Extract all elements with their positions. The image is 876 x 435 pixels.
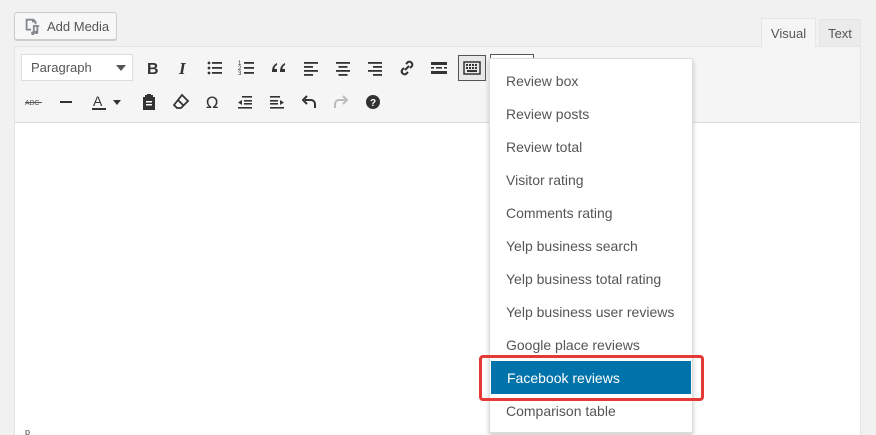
media-icon [23,17,41,35]
reviews-dropdown-menu: Review box Review posts Review total Vis… [489,58,693,433]
menu-item-yelp-business-user-reviews[interactable]: Yelp business user reviews [490,295,692,328]
tab-visual[interactable]: Visual [761,18,816,47]
menu-item-yelp-business-total-rating[interactable]: Yelp business total rating [490,262,692,295]
numbered-list-icon: 123 [238,61,254,77]
paste-as-text-button[interactable] [135,88,163,116]
menu-item-google-place-reviews[interactable]: Google place reviews [490,328,692,361]
svg-text:A: A [93,93,103,109]
chevron-down-icon [116,65,126,71]
redo-icon [334,95,348,108]
strikethrough-button[interactable]: ABC [20,88,48,116]
menu-item-review-total[interactable]: Review total [490,130,692,163]
bold-icon: B [147,61,159,78]
italic-button[interactable]: I [169,54,197,82]
decrease-indent-button[interactable] [231,88,259,116]
element-path: p [25,427,31,435]
eraser-icon [172,93,190,109]
editor-toolbar: Paragraph B I 123 ABC A Ω ? [15,47,860,123]
svg-text:Ω: Ω [206,93,218,112]
svg-text:3: 3 [238,71,242,77]
read-more-icon [431,62,447,74]
indent-icon [270,96,284,109]
align-left-button[interactable] [297,54,325,82]
blockquote-button[interactable] [265,54,293,82]
horizontal-line-button[interactable] [52,88,80,116]
svg-text:ABC: ABC [25,100,39,107]
add-media-button[interactable]: Add Media [14,12,117,40]
blockquote-icon [272,63,285,72]
outdent-icon [238,96,252,109]
insert-link-button[interactable] [393,54,421,82]
format-select[interactable]: Paragraph [21,54,133,81]
svg-text:?: ? [370,98,376,109]
help-icon: ? [366,95,380,109]
increase-indent-button[interactable] [263,88,291,116]
menu-item-comments-rating[interactable]: Comments rating [490,196,692,229]
menu-item-facebook-reviews[interactable]: Facebook reviews [491,361,691,394]
align-right-icon [368,62,382,76]
menu-item-review-posts[interactable]: Review posts [490,97,692,130]
redo-button[interactable] [327,88,355,116]
undo-button[interactable] [295,88,323,116]
svg-text:I: I [178,59,187,78]
keyboard-shortcuts-button[interactable]: ? [359,88,387,116]
bulleted-list-icon [207,61,222,75]
undo-icon [302,95,316,108]
special-character-button[interactable]: Ω [199,88,227,116]
format-select-value: Paragraph [31,60,92,75]
italic-icon: I [178,59,187,78]
menu-item-review-box[interactable]: Review box [490,64,692,97]
align-left-icon [304,62,318,76]
clipboard-icon [143,94,155,110]
align-center-button[interactable] [329,54,357,82]
bold-button[interactable]: B [138,54,166,82]
text-color-icon: A [92,93,106,110]
menu-item-comparison-table[interactable]: Comparison table [490,394,692,427]
svg-text:B: B [147,61,159,78]
editor: Paragraph B I 123 ABC A Ω ? p [14,46,861,435]
horizontal-line-icon [60,101,72,103]
strikethrough-icon: ABC [25,100,42,107]
link-icon [400,60,414,76]
toolbar-toggle-button[interactable] [458,55,486,81]
omega-icon: Ω [206,93,218,112]
clear-formatting-button[interactable] [167,88,195,116]
numbered-list-button[interactable]: 123 [233,54,261,82]
text-color-dropdown[interactable] [109,88,125,116]
add-media-label: Add Media [47,18,110,34]
menu-item-yelp-business-search[interactable]: Yelp business search [490,229,692,262]
read-more-button[interactable] [425,54,453,82]
chevron-down-icon [113,99,121,105]
menu-item-visitor-rating[interactable]: Visitor rating [490,163,692,196]
align-right-button[interactable] [361,54,389,82]
align-center-icon [336,62,350,76]
keyboard-icon [463,61,481,75]
tab-text[interactable]: Text [819,19,861,46]
bulleted-list-button[interactable] [201,54,229,82]
